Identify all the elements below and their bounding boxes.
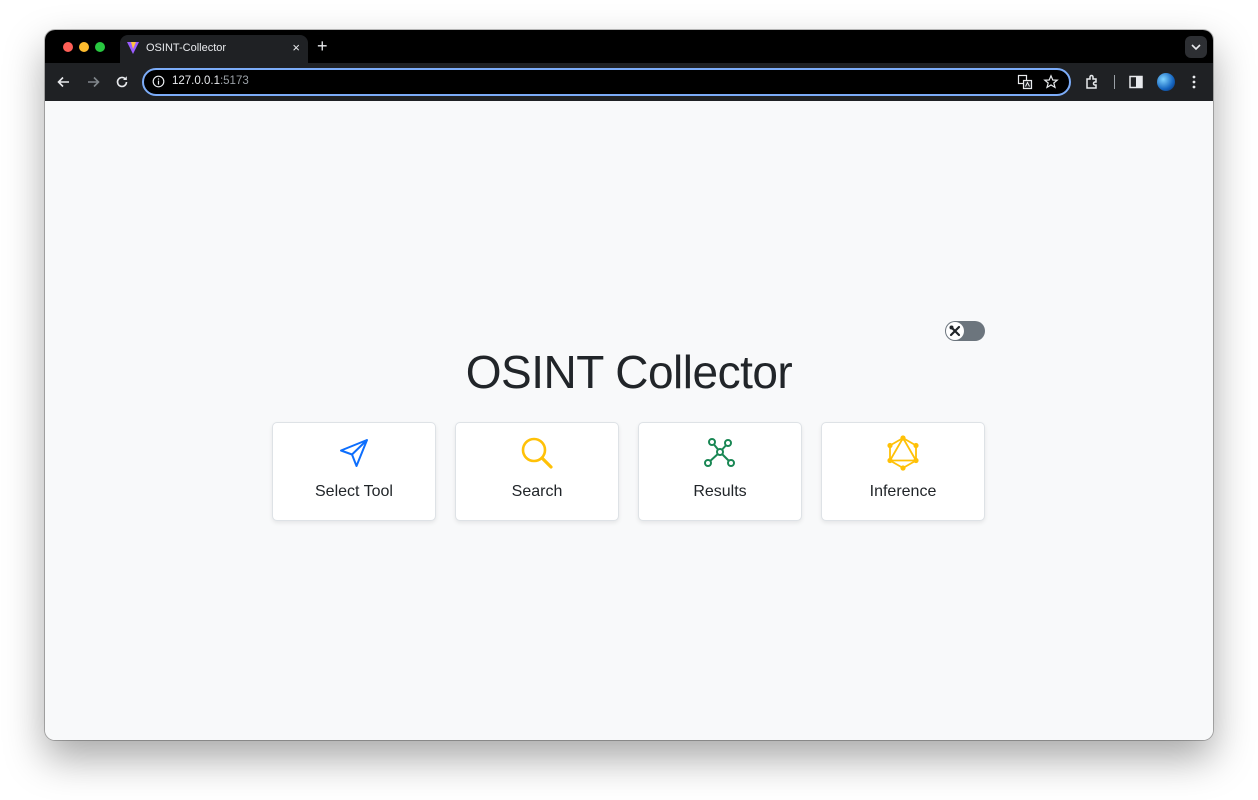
results-card[interactable]: Results: [638, 422, 802, 521]
vite-favicon-icon: [127, 42, 139, 54]
graphql-icon: [887, 435, 919, 471]
address-bar[interactable]: 127.0.0.1:5173: [142, 68, 1071, 96]
extensions-puzzle-icon[interactable]: [1084, 73, 1102, 91]
tab-osint-collector[interactable]: OSINT-Collector ×: [120, 35, 308, 63]
page-content: OSINT Collector Select Tool Search Resul…: [45, 101, 1213, 740]
new-tab-button[interactable]: +: [317, 36, 328, 56]
search-icon: [521, 437, 553, 469]
tab-close-button[interactable]: ×: [292, 40, 300, 56]
page-title: OSINT Collector: [465, 346, 793, 398]
minimize-window-button[interactable]: [79, 42, 89, 52]
translate-icon[interactable]: [1017, 74, 1033, 90]
bookmark-star-icon[interactable]: [1043, 74, 1059, 90]
close-window-button[interactable]: [63, 42, 73, 52]
inference-label: Inference: [869, 483, 937, 500]
profile-avatar[interactable]: [1157, 73, 1175, 91]
theme-toggle[interactable]: [945, 321, 985, 341]
tab-search-button[interactable]: [1185, 36, 1207, 58]
tools-icon: [949, 325, 961, 337]
tab-title: OSINT-Collector: [146, 42, 227, 54]
side-panel-icon[interactable]: [1127, 73, 1145, 91]
zoom-window-button[interactable]: [95, 42, 105, 52]
site-info-icon[interactable]: [152, 75, 165, 88]
reload-icon[interactable]: [113, 73, 131, 91]
select-tool-label: Select Tool: [315, 483, 393, 500]
forward-arrow-icon[interactable]: [84, 73, 102, 91]
tab-strip: OSINT-Collector × +: [45, 30, 1213, 63]
toolbar-divider: [1114, 75, 1115, 89]
graph-icon: [704, 438, 735, 467]
inference-card[interactable]: Inference: [821, 422, 985, 521]
url-text: 127.0.0.1:5173: [172, 75, 249, 87]
results-label: Results: [693, 483, 747, 500]
more-menu-icon[interactable]: [1185, 73, 1203, 91]
back-arrow-icon[interactable]: [55, 73, 73, 91]
send-icon: [340, 439, 368, 467]
browser-toolbar: 127.0.0.1:5173: [45, 63, 1213, 102]
search-card[interactable]: Search: [455, 422, 619, 521]
chevron-down-icon: [1191, 44, 1201, 51]
search-label: Search: [511, 483, 563, 500]
select-tool-card[interactable]: Select Tool: [272, 422, 436, 521]
browser-window: OSINT-Collector × + 127.0.0.1:5173 OSINT…: [45, 30, 1213, 740]
toggle-knob: [946, 322, 964, 340]
